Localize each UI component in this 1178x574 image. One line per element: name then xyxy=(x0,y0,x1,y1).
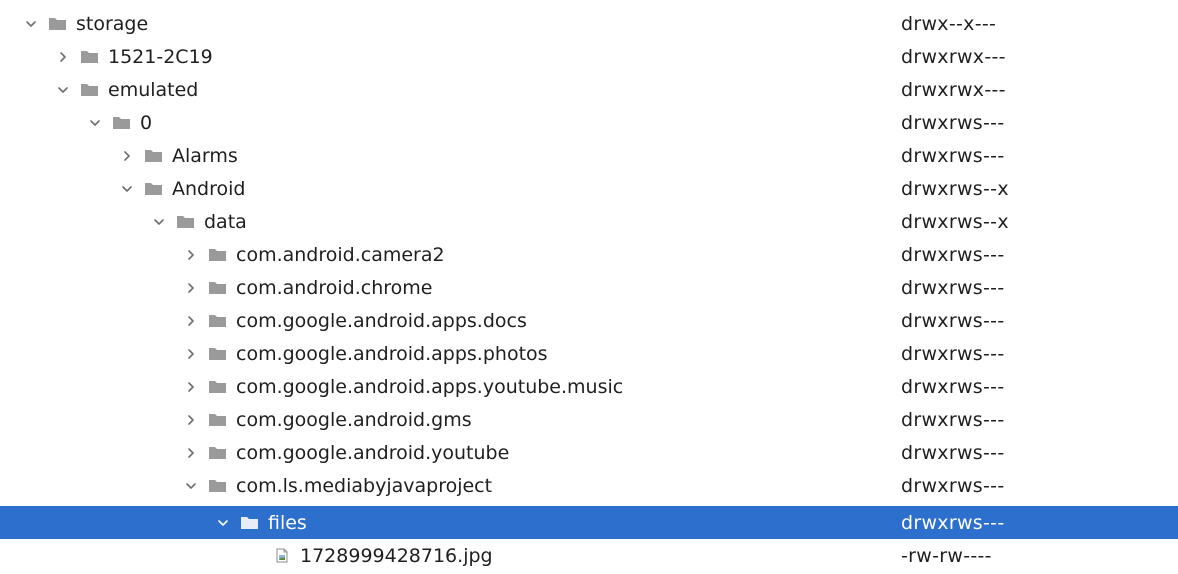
folder-icon xyxy=(79,73,99,106)
tree-item-label: storage xyxy=(76,12,149,35)
folder-icon xyxy=(207,403,227,436)
chevron-down-icon[interactable] xyxy=(53,73,73,106)
chevron-right-icon[interactable] xyxy=(181,403,201,436)
chevron-down-icon[interactable] xyxy=(85,106,105,139)
folder-icon xyxy=(143,139,163,172)
tree-item-label: com.google.android.gms xyxy=(236,408,472,431)
folder-icon xyxy=(47,7,67,40)
tree-item-label: data xyxy=(204,210,247,233)
permissions-value: drwxrwx--- xyxy=(901,78,1006,101)
tree-row-com-ls-mediabyjavaproject[interactable]: com.ls.mediabyjavaproject drwxrws--- xyxy=(0,469,1178,502)
folder-icon xyxy=(207,469,227,502)
folder-icon xyxy=(207,370,227,403)
tree-item-label: 1521-2C19 xyxy=(108,45,213,68)
folder-icon xyxy=(207,337,227,370)
tree-row-com-google-android-apps-youtube-music[interactable]: com.google.android.apps.youtube.music dr… xyxy=(0,370,1178,403)
tree-row-emulated[interactable]: emulated drwxrwx--- xyxy=(0,73,1178,106)
tree-row-0[interactable]: 0 drwxrws--- xyxy=(0,106,1178,139)
tree-row-jpg-file[interactable]: 1728999428716.jpg -rw-rw---- xyxy=(0,539,1178,572)
chevron-right-icon[interactable] xyxy=(181,271,201,304)
permissions-value: drwxrws--- xyxy=(901,474,1005,497)
chevron-right-icon[interactable] xyxy=(117,139,137,172)
tree-row-com-google-android-apps-docs[interactable]: com.google.android.apps.docs drwxrws--- xyxy=(0,304,1178,337)
tree-row-android[interactable]: Android drwxrws--x xyxy=(0,172,1178,205)
tree-row-data[interactable]: data drwxrws--x xyxy=(0,205,1178,238)
tree-row-com-google-android-apps-photos[interactable]: com.google.android.apps.photos drwxrws--… xyxy=(0,337,1178,370)
chevron-right-icon[interactable] xyxy=(181,370,201,403)
permissions-value: drwxrws--- xyxy=(901,441,1005,464)
tree-item-label: com.google.android.youtube xyxy=(236,441,510,464)
folder-icon xyxy=(207,436,227,469)
chevron-down-icon[interactable] xyxy=(117,172,137,205)
tree-row-files-selected[interactable]: files drwxrws--- xyxy=(0,506,1178,539)
tree-item-label: com.ls.mediabyjavaproject xyxy=(236,474,493,497)
permissions-value: drwxrws--- xyxy=(901,144,1005,167)
tree-item-label: com.google.android.apps.photos xyxy=(236,342,548,365)
folder-icon xyxy=(207,271,227,304)
chevron-right-icon[interactable] xyxy=(181,238,201,271)
folder-icon xyxy=(175,205,195,238)
chevron-down-icon[interactable] xyxy=(181,469,201,502)
permissions-value: drwxrws--- xyxy=(901,408,1005,431)
tree-item-label: com.google.android.apps.youtube.music xyxy=(236,375,624,398)
chevron-right-icon[interactable] xyxy=(181,304,201,337)
tree-row-com-google-android-youtube[interactable]: com.google.android.youtube drwxrws--- xyxy=(0,436,1178,469)
chevron-right-icon[interactable] xyxy=(181,337,201,370)
tree-item-label: com.android.chrome xyxy=(236,276,433,299)
permissions-value: drwxrws--- xyxy=(901,243,1005,266)
chevron-right-icon[interactable] xyxy=(181,436,201,469)
chevron-down-icon[interactable] xyxy=(149,205,169,238)
tree-row-com-google-android-gms[interactable]: com.google.android.gms drwxrws--- xyxy=(0,403,1178,436)
folder-icon xyxy=(207,238,227,271)
tree-item-label: 1728999428716.jpg xyxy=(300,544,493,567)
tree-row-com-android-chrome[interactable]: com.android.chrome drwxrws--- xyxy=(0,271,1178,304)
tree-item-label: Alarms xyxy=(172,144,238,167)
tree-item-label: com.android.camera2 xyxy=(236,243,445,266)
permissions-value: drwxrws--x xyxy=(901,210,1009,233)
permissions-value: drwx--x--- xyxy=(901,12,997,35)
permissions-value: drwxrws--- xyxy=(901,276,1005,299)
permissions-value: -rw-rw---- xyxy=(901,544,992,567)
folder-icon xyxy=(239,506,259,539)
tree-item-label: 0 xyxy=(140,111,153,134)
tree-item-label: com.google.android.apps.docs xyxy=(236,309,527,332)
device-file-explorer-tree: storage drwx--x--- 1521-2C19 drwxrwx--- … xyxy=(0,0,1178,574)
chevron-down-icon[interactable] xyxy=(213,506,233,539)
tree-item-label: Android xyxy=(172,177,246,200)
permissions-value: drwxrws--- xyxy=(901,375,1005,398)
tree-row-1521-2c19[interactable]: 1521-2C19 drwxrwx--- xyxy=(0,40,1178,73)
tree-item-label: emulated xyxy=(108,78,199,101)
image-file-icon xyxy=(271,539,291,572)
permissions-value: drwxrws--- xyxy=(901,111,1005,134)
chevron-down-icon[interactable] xyxy=(21,7,41,40)
folder-icon xyxy=(111,106,131,139)
tree-row-alarms[interactable]: Alarms drwxrws--- xyxy=(0,139,1178,172)
tree-row-storage[interactable]: storage drwx--x--- xyxy=(0,7,1178,40)
folder-icon xyxy=(143,172,163,205)
permissions-value: drwxrws--x xyxy=(901,177,1009,200)
folder-icon xyxy=(79,40,99,73)
permissions-value: drwxrws--- xyxy=(901,309,1005,332)
tree-row-com-android-camera2[interactable]: com.android.camera2 drwxrws--- xyxy=(0,238,1178,271)
folder-icon xyxy=(207,304,227,337)
permissions-value: drwxrws--- xyxy=(901,511,1005,534)
permissions-value: drwxrwx--- xyxy=(901,45,1006,68)
chevron-right-icon[interactable] xyxy=(53,40,73,73)
permissions-value: drwxrws--- xyxy=(901,342,1005,365)
tree-item-label: files xyxy=(268,511,307,534)
